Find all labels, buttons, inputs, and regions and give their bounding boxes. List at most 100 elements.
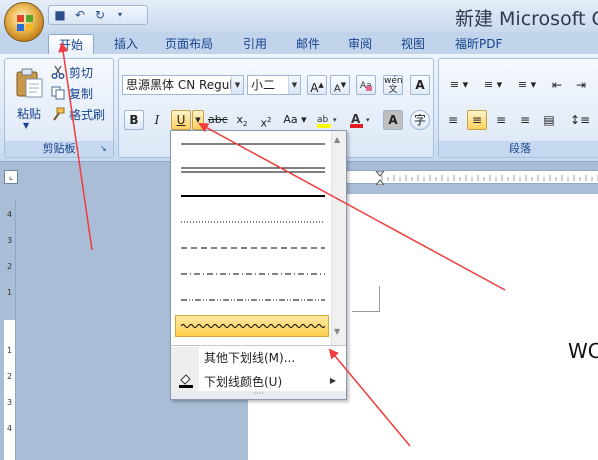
format-painter-icon — [53, 107, 65, 121]
underline-list-scrollbar[interactable]: ▲ ▼ — [331, 131, 346, 345]
ruler-tick-label: 2 — [7, 372, 13, 381]
undo-icon[interactable]: ↶ — [73, 8, 87, 22]
underline-style-dot-dash[interactable] — [181, 269, 325, 279]
document-text: WC — [568, 339, 598, 363]
align-center-button[interactable]: ≡ — [467, 110, 487, 130]
line-spacing-button[interactable]: ↕≡ — [565, 110, 595, 130]
underline-style-dot-dot-dash[interactable] — [181, 295, 325, 305]
watermark-url: jingyan.baidu.com — [465, 431, 558, 442]
underline-button[interactable]: U — [171, 110, 191, 130]
multilevel-list-button[interactable]: ≡ ▾ — [511, 75, 543, 95]
office-logo-icon — [17, 15, 33, 31]
character-border-button[interactable]: A — [410, 75, 430, 95]
underline-color-item[interactable]: 下划线颜色(U) — [204, 373, 282, 390]
tab-home[interactable]: 开始 — [48, 34, 95, 54]
paragraph-group: ≡ ▾ ≡ ▾ ≡ ▾ ⇤ ⇥ ≡ ≡ ≡ ≡ ▤ ↕≡ 段落 — [438, 58, 598, 158]
ruler-tick-label: 3 — [7, 398, 13, 407]
title-bar: ■ ↶ ↻ ▾ 新建 Microsoft O — [0, 0, 598, 32]
scissors-icon — [51, 65, 65, 79]
shrink-font-button[interactable]: A▼ — [330, 75, 350, 95]
baidu-jingyan-watermark: Bai 经验 — [444, 411, 556, 436]
bullets-button[interactable]: ≡ ▾ — [443, 75, 475, 95]
distributed-button[interactable]: ▤ — [539, 110, 559, 130]
clipboard-group-label: 剪贴板 — [5, 141, 113, 157]
paste-dropdown-icon[interactable]: ▼ — [23, 121, 29, 130]
clipboard-launcher-icon[interactable]: ↘ — [100, 144, 110, 154]
submenu-arrow-icon: ▶ — [329, 376, 336, 385]
decrease-indent-button[interactable]: ⇤ — [547, 75, 567, 95]
paste-button[interactable]: 粘贴 — [13, 105, 45, 122]
ruler-tick-label: 4 — [7, 424, 13, 433]
phonetic-guide-button[interactable]: wén 文 — [383, 75, 403, 95]
tab-mailings[interactable]: 邮件 — [296, 34, 320, 54]
highlight-color-button[interactable]: ab ▾ — [313, 110, 343, 130]
ruler-tick-label: 1 — [7, 346, 13, 355]
bold-button[interactable]: B — [124, 110, 144, 130]
indent-marker-icon — [374, 170, 386, 186]
tab-selector[interactable]: ⌞ — [4, 170, 18, 184]
menu-separator — [171, 345, 346, 346]
align-left-button[interactable]: ≡ — [443, 110, 463, 130]
underline-style-wavy[interactable] — [181, 321, 325, 331]
superscript-button[interactable]: x2 — [256, 110, 276, 130]
font-name-combo[interactable]: 思源黑体 CN Regul ▼ — [122, 75, 244, 95]
grow-font-button[interactable]: A▲ — [307, 75, 327, 95]
redo-icon[interactable]: ↻ — [93, 8, 107, 22]
ruler-tick-label: 2 — [7, 262, 13, 271]
tab-page-layout[interactable]: 页面布局 — [165, 34, 213, 54]
font-size-value: 小二 — [251, 78, 276, 92]
chevron-down-icon[interactable]: ▼ — [231, 76, 243, 94]
numbering-button[interactable]: ≡ ▾ — [477, 75, 509, 95]
character-shading-button[interactable]: A — [383, 110, 403, 130]
font-color-icon: A ▾ — [350, 112, 370, 128]
save-icon[interactable]: ■ — [53, 8, 67, 22]
underline-dropdown-icon[interactable]: ▼ — [192, 110, 204, 130]
scroll-up-icon[interactable]: ▲ — [334, 135, 340, 144]
change-case-button[interactable]: Aa ▾ — [280, 110, 310, 130]
clear-formatting-button[interactable]: Aa — [356, 75, 376, 95]
cut-button[interactable]: 剪切 — [51, 63, 93, 81]
highlighter-icon: ab ▾ — [317, 115, 337, 128]
ruler-tick-label: 4 — [7, 210, 13, 219]
vertical-ruler[interactable]: 4 3 2 1 1 2 3 4 — [4, 200, 16, 460]
underline-style-dotted[interactable] — [181, 217, 325, 227]
format-painter-button[interactable]: 格式刷 — [51, 105, 105, 123]
align-right-button[interactable]: ≡ — [491, 110, 511, 130]
svg-text:▾: ▾ — [366, 116, 370, 124]
scroll-down-icon[interactable]: ▼ — [334, 327, 340, 336]
underline-style-single[interactable] — [181, 139, 325, 149]
font-name-value: 思源黑体 CN Regul — [126, 78, 233, 92]
office-button[interactable] — [4, 2, 44, 42]
underline-menu-items: 其他下划线(M)... 下划线颜色(U) ▶ — [171, 347, 346, 393]
justify-button[interactable]: ≡ — [515, 110, 535, 130]
enclose-characters-button[interactable]: 字 — [410, 110, 430, 130]
tab-foxit-pdf[interactable]: 福昕PDF — [455, 34, 502, 54]
copy-button[interactable]: 复制 — [51, 84, 93, 102]
chevron-down-icon[interactable]: ▼ — [288, 76, 300, 94]
tab-view[interactable]: 视图 — [401, 34, 425, 54]
increase-indent-button[interactable]: ⇥ — [571, 75, 591, 95]
underline-style-thick[interactable] — [181, 191, 325, 201]
window-title: 新建 Microsoft O — [455, 8, 598, 30]
ruler-tick-label: 1 — [7, 288, 13, 297]
tab-references[interactable]: 引用 — [243, 34, 267, 54]
more-underlines-item[interactable]: 其他下划线(M)... — [204, 349, 295, 366]
svg-text:A: A — [351, 112, 361, 126]
resize-grip-icon[interactable]: ···· — [171, 390, 346, 399]
underline-style-dashed[interactable] — [181, 243, 325, 253]
font-size-combo[interactable]: 小二 ▼ — [247, 75, 301, 95]
paragraph-group-label: 段落 — [439, 141, 598, 157]
clear-format-icon: Aa — [360, 81, 372, 91]
customize-qat-icon[interactable]: ▾ — [113, 8, 127, 22]
paste-icon[interactable] — [13, 67, 45, 99]
font-color-button[interactable]: A ▾ — [346, 110, 376, 130]
format-painter-label: 格式刷 — [69, 107, 106, 122]
ruler-tick-label: 3 — [7, 236, 13, 245]
tab-insert[interactable]: 插入 — [114, 34, 138, 54]
italic-button[interactable]: I — [147, 110, 167, 130]
subscript-button[interactable]: x2 — [232, 110, 252, 130]
underline-style-double[interactable] — [181, 165, 325, 175]
strikethrough-button[interactable]: abc — [207, 110, 228, 130]
copy-label: 复制 — [69, 86, 94, 101]
tab-review[interactable]: 审阅 — [348, 34, 372, 54]
